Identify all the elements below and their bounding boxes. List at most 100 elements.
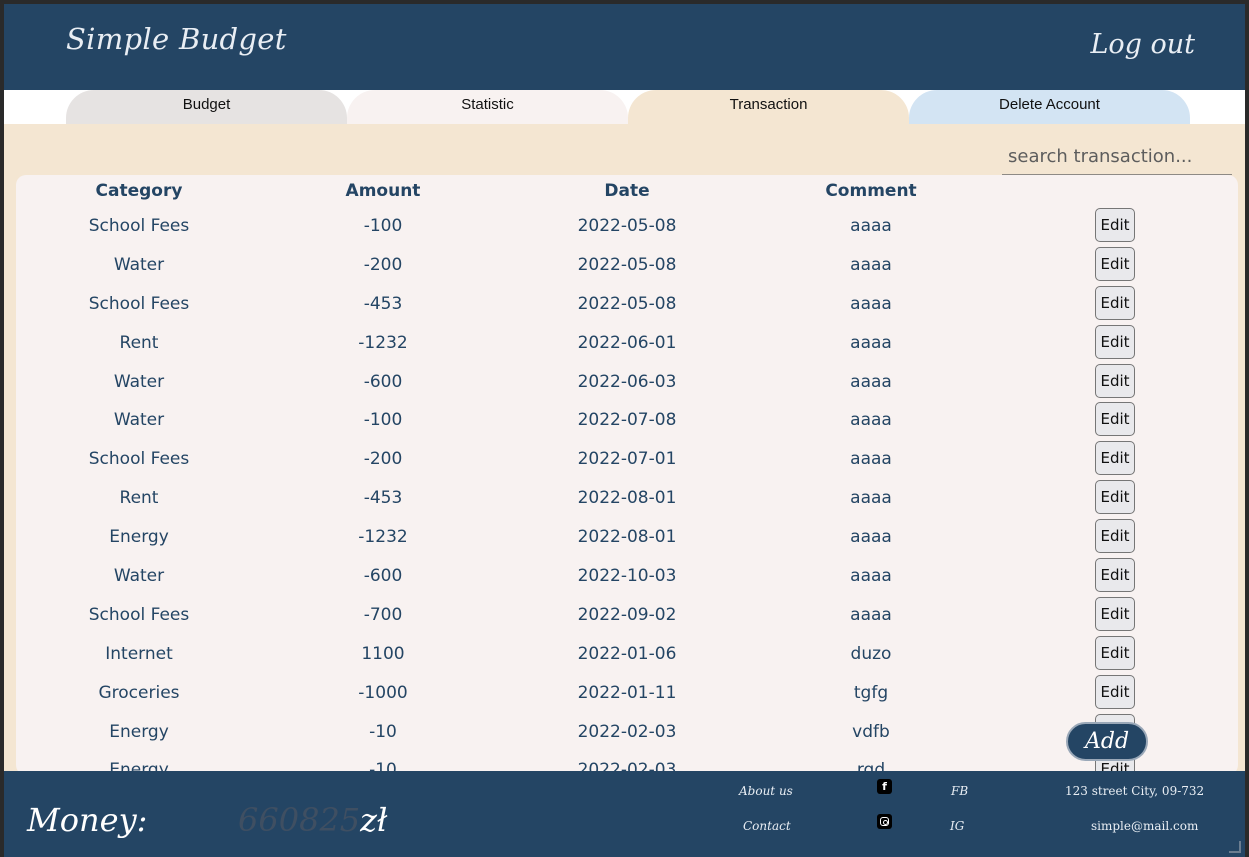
- table-row: School Fees -700 2022-09-02 aaaa Edit: [16, 596, 1238, 635]
- cell-category: Energy: [109, 527, 169, 548]
- cell-comment: aaaa: [850, 293, 892, 314]
- cell-amount: -10: [369, 721, 397, 742]
- cell-comment: tgfg: [853, 682, 889, 703]
- cell-date: 2022-05-08: [577, 216, 677, 236]
- cell-amount: -200: [363, 449, 403, 470]
- cell-comment: aaaa: [850, 371, 892, 392]
- search-input[interactable]: [1002, 138, 1232, 175]
- edit-button[interactable]: Edit: [1095, 285, 1135, 320]
- cell-date: 2022-09-02: [577, 604, 677, 625]
- resize-handle[interactable]: [1229, 841, 1241, 853]
- cell-date: 2022-10-03: [577, 566, 677, 587]
- cell-amount: -1000: [358, 682, 408, 703]
- column-header-amount: Amount: [345, 181, 421, 201]
- table-row: Groceries -1000 2022-01-11 tgfg Edit: [16, 674, 1238, 713]
- cell-amount: -1232: [358, 332, 408, 353]
- header: Simple Budget Log out: [4, 4, 1245, 90]
- cell-amount: -600: [363, 566, 403, 587]
- edit-button[interactable]: Edit: [1095, 596, 1135, 631]
- cell-date: 2022-05-08: [577, 254, 677, 275]
- tab-budget[interactable]: Budget: [66, 90, 347, 124]
- edit-button[interactable]: Edit: [1095, 402, 1135, 437]
- table-row: Water -600 2022-06-03 aaaa Edit: [16, 363, 1238, 402]
- cell-amount: -600: [363, 371, 403, 392]
- cell-date: 2022-08-01: [577, 488, 677, 509]
- cell-date: 2022-08-01: [577, 527, 677, 548]
- table-body: School Fees -100 2022-05-08 aaaa Edit Water -2…: [16, 207, 1238, 790]
- cell-category: School Fees: [88, 449, 190, 470]
- logout-button[interactable]: Log out: [1090, 29, 1195, 60]
- tab-bar: Budget Statistic Transaction Delete Acco…: [4, 90, 1245, 124]
- edit-button[interactable]: Edit: [1095, 246, 1135, 281]
- column-header-category: Category: [95, 181, 183, 201]
- edit-button[interactable]: Edit: [1095, 519, 1135, 554]
- table-row: School Fees -100 2022-05-08 aaaa Edit: [16, 207, 1238, 246]
- cell-date: 2022-01-11: [577, 682, 677, 703]
- cell-category: Water: [113, 254, 165, 275]
- cell-category: Rent: [119, 488, 159, 509]
- cell-amount: 1100: [361, 643, 405, 664]
- edit-button[interactable]: Edit: [1095, 363, 1135, 398]
- instagram-icon[interactable]: [877, 814, 892, 829]
- cell-comment: aaaa: [850, 604, 892, 625]
- money-amount: 660825: [238, 801, 361, 839]
- footer: Money: 660825zł About us Contact f FB IG…: [4, 771, 1245, 857]
- cell-category: Energy: [109, 721, 169, 742]
- money-label: Money:: [27, 801, 148, 839]
- cell-comment: aaaa: [850, 254, 892, 275]
- table-row: Rent -453 2022-08-01 aaaa Edit: [16, 479, 1238, 518]
- cell-category: Rent: [119, 332, 159, 353]
- edit-button[interactable]: Edit: [1095, 635, 1135, 670]
- table-row: School Fees -453 2022-05-08 aaaa Edit: [16, 285, 1238, 324]
- transactions-table: Category Amount Date Comment School Fees…: [16, 175, 1238, 787]
- edit-button[interactable]: Edit: [1095, 208, 1135, 242]
- table-row: School Fees -200 2022-07-01 aaaa Edit: [16, 440, 1238, 479]
- edit-button[interactable]: Edit: [1095, 558, 1135, 593]
- edit-button[interactable]: Edit: [1095, 674, 1135, 709]
- add-transaction-button[interactable]: Add: [1066, 722, 1148, 761]
- cell-amount: -453: [363, 293, 403, 314]
- cell-category: Water: [113, 566, 165, 587]
- email-text: simple@mail.com: [1091, 819, 1199, 833]
- cell-comment: vdfb: [852, 721, 890, 742]
- cell-date: 2022-05-08: [577, 293, 677, 314]
- cell-date: 2022-06-03: [577, 371, 677, 392]
- tab-statistic[interactable]: Statistic: [347, 90, 628, 124]
- cell-amount: -100: [363, 410, 403, 431]
- cell-amount: -100: [363, 216, 403, 236]
- address-text: 123 street City, 09-732: [1065, 784, 1205, 798]
- table-header: Category Amount Date Comment: [16, 175, 1238, 207]
- cell-date: 2022-07-01: [577, 449, 677, 470]
- table-row: Water -600 2022-10-03 aaaa Edit: [16, 557, 1238, 596]
- cell-amount: -1232: [358, 527, 408, 548]
- cell-category: Groceries: [98, 682, 180, 703]
- edit-button[interactable]: Edit: [1095, 441, 1135, 476]
- table-row: Rent -1232 2022-06-01 aaaa Edit: [16, 324, 1238, 363]
- cell-category: Internet: [105, 643, 173, 664]
- cell-category: Water: [113, 371, 165, 392]
- app-window: Simple Budget Log out Budget Statistic T…: [4, 4, 1245, 857]
- edit-button[interactable]: Edit: [1095, 480, 1135, 515]
- cell-amount: -453: [363, 488, 403, 509]
- about-us-link[interactable]: About us: [739, 784, 793, 798]
- cell-comment: aaaa: [850, 527, 892, 548]
- fb-link[interactable]: FB: [951, 784, 968, 798]
- cell-category: School Fees: [88, 216, 190, 236]
- cell-date: 2022-01-06: [577, 643, 677, 664]
- brand-title: Simple Budget: [66, 22, 287, 56]
- column-header-comment: Comment: [825, 181, 917, 201]
- cell-category: Water: [113, 410, 165, 431]
- facebook-icon[interactable]: f: [877, 779, 892, 794]
- edit-button[interactable]: Edit: [1095, 324, 1135, 359]
- cell-comment: aaaa: [850, 216, 892, 236]
- cell-date: 2022-02-03: [577, 721, 677, 742]
- contact-link[interactable]: Contact: [743, 819, 791, 833]
- cell-category: School Fees: [88, 604, 190, 625]
- column-header-date: Date: [604, 181, 650, 201]
- money-balance: 660825zł: [238, 801, 387, 839]
- tab-transaction[interactable]: Transaction: [628, 90, 909, 124]
- table-row: Water -200 2022-05-08 aaaa Edit: [16, 246, 1238, 285]
- ig-link[interactable]: IG: [950, 819, 964, 833]
- table-row: Water -100 2022-07-08 aaaa Edit: [16, 401, 1238, 440]
- tab-delete-account[interactable]: Delete Account: [909, 90, 1190, 124]
